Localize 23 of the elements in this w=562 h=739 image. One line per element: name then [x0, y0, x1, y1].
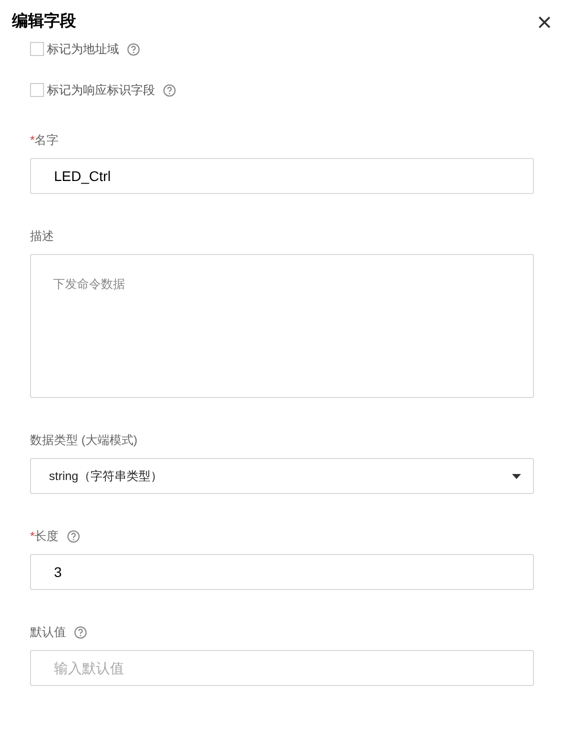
- dialog-title: 编辑字段: [12, 11, 76, 32]
- field-label: 描述: [30, 228, 54, 245]
- caret-icon: [512, 474, 521, 478]
- field-label: 数据类型 (大端模式): [30, 432, 138, 449]
- select-field[interactable]: string（字符串类型）: [30, 458, 534, 494]
- help-icon[interactable]: [127, 42, 140, 56]
- input-field[interactable]: 3: [30, 554, 534, 590]
- input-field[interactable]: LED_Ctrl: [30, 158, 534, 194]
- field-label: 默认值: [30, 624, 66, 641]
- checkbox[interactable]: [30, 83, 44, 97]
- required-mark: *: [30, 528, 35, 545]
- field-label: 名字: [34, 132, 59, 149]
- checkbox-label: 标记为地址域: [47, 41, 119, 58]
- help-icon[interactable]: [163, 84, 176, 96]
- close-button[interactable]: ×: [536, 9, 552, 35]
- help-icon[interactable]: [74, 626, 87, 638]
- input-field[interactable]: 输入默认值: [30, 650, 534, 686]
- field-label: 长度: [34, 528, 59, 545]
- required-mark: *: [30, 132, 35, 149]
- help-icon[interactable]: [66, 530, 80, 542]
- checkbox-label: 标记为响应标识字段: [47, 82, 155, 99]
- checkbox[interactable]: [30, 42, 44, 56]
- textarea-field[interactable]: 下发命令数据: [30, 254, 534, 398]
